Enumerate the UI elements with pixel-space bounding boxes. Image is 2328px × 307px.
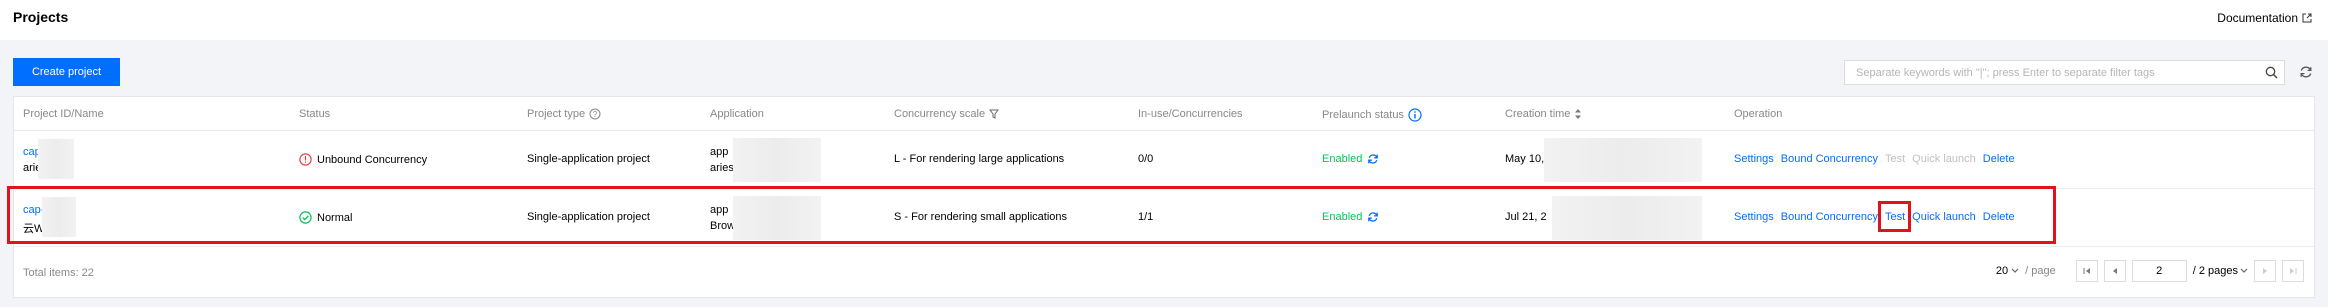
bound-concurrency-link[interactable]: Bound Concurrency	[1781, 211, 1878, 223]
column-project-type: Project type ?	[527, 108, 601, 120]
column-concurrency-scale: Concurrency scale	[894, 108, 1000, 120]
status-text: Unbound Concurrency	[317, 153, 428, 166]
column-prelaunch-label: Prelaunch status	[1322, 109, 1404, 121]
prelaunch-cell: Enabled	[1322, 153, 1379, 165]
documentation-label: Documentation	[2217, 11, 2298, 25]
column-application: Application	[710, 108, 764, 120]
application-id: app	[710, 204, 729, 216]
column-creation-label: Creation time	[1505, 108, 1571, 120]
table-row: cap-l3c ariesGr Unbound Concurrency Sing…	[14, 131, 2314, 189]
test-link[interactable]: Test	[1885, 211, 1905, 223]
concurrency-scale-cell: L - For rendering large applications	[894, 153, 1065, 165]
project-type-cell: Single-application project	[527, 211, 650, 223]
per-page-label: / page	[2025, 265, 2056, 277]
prev-page-button[interactable]	[2103, 260, 2126, 282]
delete-link[interactable]: Delete	[1983, 153, 2015, 165]
quick-launch-link[interactable]: Quick launch	[1912, 211, 1976, 223]
settings-link[interactable]: Settings	[1734, 211, 1774, 223]
last-page-button[interactable]	[2282, 260, 2304, 282]
info-circle-icon[interactable]	[1408, 108, 1422, 122]
column-prelaunch-status: Prelaunch status	[1322, 108, 1422, 122]
page-size-select[interactable]: 20	[1996, 265, 2019, 277]
redacted-block	[733, 196, 821, 240]
page-title: Projects	[13, 9, 69, 25]
creation-time-cell: Jul 21, 2	[1505, 211, 1547, 223]
in-use-cell: 0/0	[1138, 153, 1154, 165]
check-circle-icon	[299, 211, 312, 224]
sync-icon[interactable]	[1367, 211, 1379, 223]
redacted-block	[733, 138, 821, 182]
operation-cell: Settings Bound Concurrency Test Quick la…	[1734, 153, 2015, 165]
redacted-block	[1552, 196, 1702, 240]
search-icon[interactable]	[2258, 61, 2284, 84]
column-operation: Operation	[1734, 108, 1783, 120]
svg-text:?: ?	[593, 110, 598, 119]
page-header: Projects Documentation	[0, 0, 2328, 40]
external-link-icon	[2302, 13, 2312, 23]
refresh-icon[interactable]	[2297, 63, 2315, 81]
status-text: Normal	[317, 211, 353, 224]
chevron-down-icon	[2240, 268, 2248, 273]
status-cell: Unbound Concurrency	[299, 153, 427, 166]
next-page-icon	[2263, 268, 2267, 274]
column-project-type-label: Project type	[527, 108, 586, 120]
search-box	[1844, 60, 2285, 85]
total-items: Total items: 22	[23, 267, 94, 279]
projects-table: Project ID/Name Status Project type ? Ap…	[13, 96, 2315, 298]
error-circle-icon	[299, 153, 312, 166]
first-page-icon	[2083, 268, 2090, 274]
sync-icon[interactable]	[1367, 153, 1379, 165]
column-concurrency-label: Concurrency scale	[894, 108, 986, 120]
documentation-link[interactable]: Documentation	[2217, 11, 2312, 25]
table-footer: Total items: 22 20 / page / 2 pages	[14, 247, 2314, 299]
application-id: app	[710, 146, 729, 158]
column-status: Status	[299, 108, 331, 120]
pagination: 20 / page / 2 pages	[1996, 260, 2304, 282]
prelaunch-status-text: Enabled	[1322, 153, 1363, 165]
redacted-block	[1544, 138, 1702, 182]
prelaunch-status-text: Enabled	[1322, 211, 1363, 223]
first-page-button[interactable]	[2075, 260, 2098, 282]
creation-time-cell: May 10,	[1505, 153, 1545, 165]
application-cell: app aries	[710, 146, 734, 174]
table-row: cap-a7 云WEB Normal Single-application pr…	[14, 189, 2314, 247]
application-name: aries	[710, 162, 734, 174]
page-number-input[interactable]	[2131, 260, 2187, 282]
settings-link[interactable]: Settings	[1734, 153, 1774, 165]
create-project-button[interactable]: Create project	[13, 58, 120, 86]
concurrency-scale-cell: S - For rendering small applications	[894, 211, 1068, 223]
search-input[interactable]	[1845, 61, 2258, 84]
delete-link[interactable]: Delete	[1983, 211, 2015, 223]
column-id-name: Project ID/Name	[23, 108, 104, 120]
operation-cell: Settings Bound Concurrency Test Quick la…	[1734, 211, 2015, 223]
application-cell: app Brow	[710, 204, 735, 232]
project-type-cell: Single-application project	[527, 153, 650, 165]
page-size-value: 20	[1995, 265, 2009, 277]
prelaunch-cell: Enabled	[1322, 211, 1379, 223]
filter-icon[interactable]	[989, 109, 1000, 119]
status-cell: Normal	[299, 211, 352, 224]
test-link: Test	[1884, 153, 1906, 165]
table-header: Project ID/Name Status Project type ? Ap…	[14, 97, 2314, 131]
last-page-icon	[2290, 268, 2297, 274]
total-pages-select[interactable]: / 2 pages	[2193, 265, 2248, 277]
chevron-down-icon	[2011, 268, 2019, 273]
prev-page-icon	[2112, 268, 2117, 274]
in-use-cell: 1/1	[1138, 211, 1154, 223]
bound-concurrency-link[interactable]: Bound Concurrency	[1781, 153, 1878, 165]
redacted-block	[38, 139, 74, 179]
sort-icon[interactable]	[1574, 109, 1582, 119]
total-pages-label: / 2 pages	[2192, 265, 2238, 277]
redacted-block	[42, 197, 76, 237]
application-name: Brow	[710, 220, 736, 232]
next-page-button[interactable]	[2254, 260, 2276, 282]
quick-launch-link: Quick launch	[1912, 153, 1976, 165]
column-creation-time: Creation time	[1505, 108, 1582, 120]
column-in-use: In-use/Concurrencies	[1138, 108, 1243, 120]
help-circle-icon[interactable]: ?	[589, 108, 601, 120]
